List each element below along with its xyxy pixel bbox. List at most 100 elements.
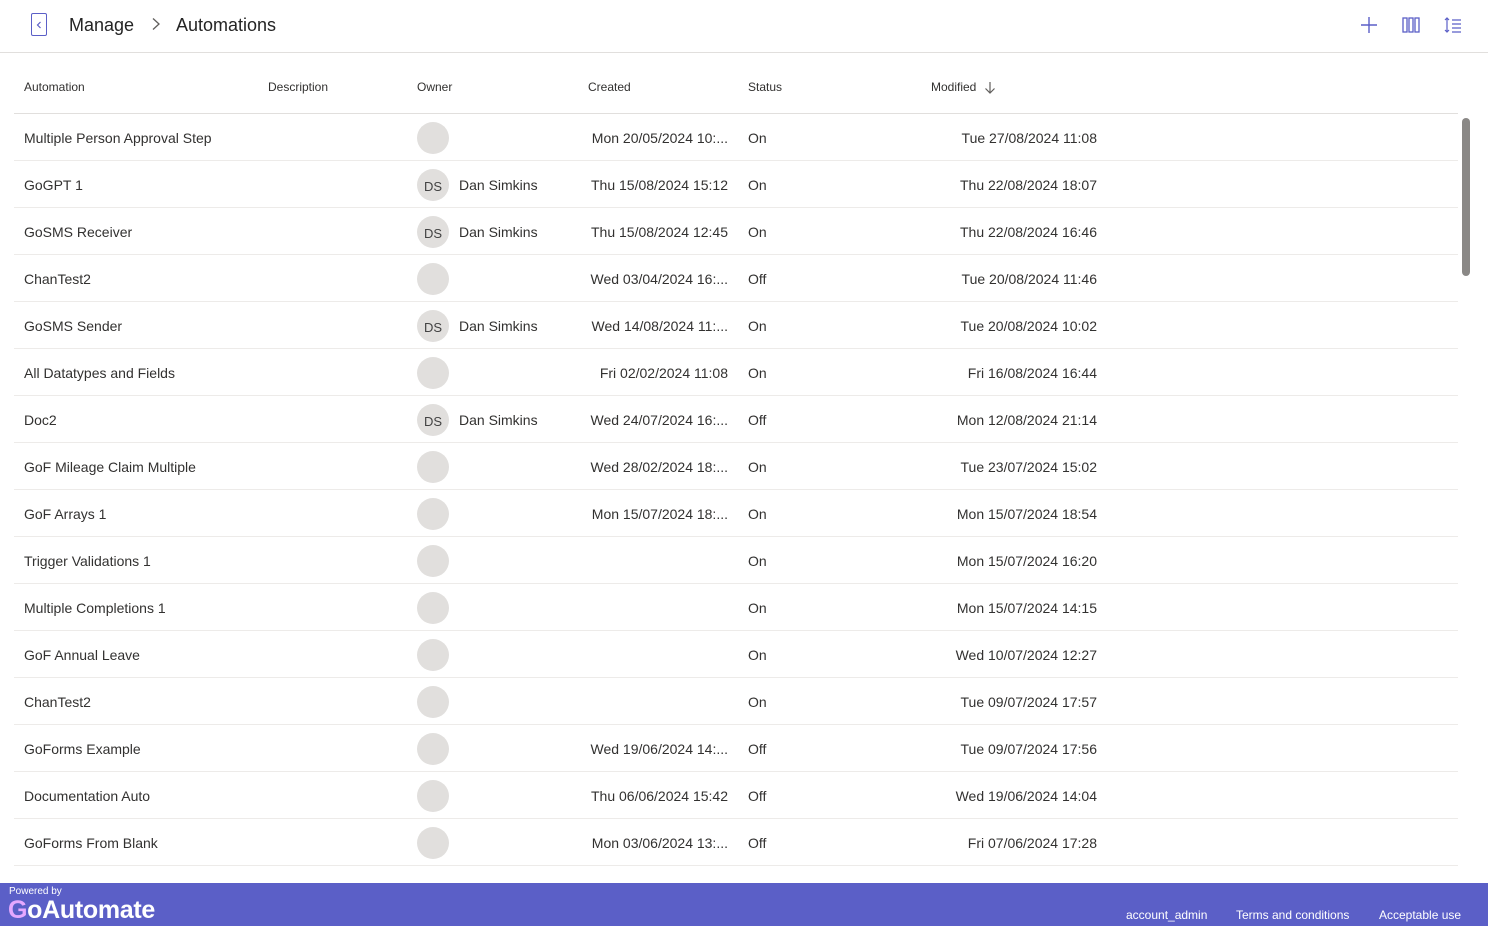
table-row[interactable]: ChanTest2 Wed 03/04/2024 16:... Off Tue 20/… xyxy=(14,255,1458,302)
modified-date: Wed 19/06/2024 14:04 xyxy=(955,788,1097,804)
columns-icon xyxy=(1402,17,1420,33)
owner-name: Dan Simkins xyxy=(459,412,538,428)
created-date: Mon 20/05/2024 10:... xyxy=(591,130,728,146)
table-row[interactable]: GoF Mileage Claim Multiple Wed 28/02/2024… xyxy=(14,443,1458,490)
automation-name[interactable]: Multiple Completions 1 xyxy=(24,600,166,616)
automation-name[interactable]: GoForms From Blank xyxy=(24,835,158,851)
status-value: On xyxy=(748,224,767,240)
automation-name[interactable]: Trigger Validations 1 xyxy=(24,553,151,569)
owner-name: Dan Simkins xyxy=(459,318,538,334)
modified-date: Fri 16/08/2024 16:44 xyxy=(967,365,1097,381)
table-row[interactable]: GoSMS Receiver DS Dan Simkins Thu 15/08/202… xyxy=(14,208,1458,255)
status-value: Off xyxy=(748,412,767,428)
avatar xyxy=(417,592,449,624)
goautomate-logo: GoAutomate xyxy=(8,896,155,924)
status-value: Off xyxy=(748,741,767,757)
table-row[interactable]: ChanTest2 On Tue 09/07/2024 17:57 xyxy=(14,678,1458,725)
logo-letter: G xyxy=(8,896,28,924)
logo-text: oAutomate xyxy=(27,896,156,924)
column-header-modified[interactable]: Modified xyxy=(931,80,996,94)
table-row[interactable]: GoF Annual Leave On Wed 10/07/2024 12:27 xyxy=(14,631,1458,678)
modified-date: Mon 12/08/2024 21:14 xyxy=(956,412,1097,428)
table-row[interactable]: GoForms Example Wed 19/06/2024 14:... Off T… xyxy=(14,725,1458,772)
sort-button[interactable] xyxy=(1442,14,1464,36)
table-row[interactable]: Trigger Validations 1 On Mon 15/07/2024 16… xyxy=(14,537,1458,584)
created-date: Wed 28/02/2024 18:... xyxy=(590,459,728,475)
status-value: On xyxy=(748,365,767,381)
table-row[interactable]: GoForms From Blank Mon 03/06/2024 13:... O… xyxy=(14,819,1458,866)
table-body: Multiple Person Approval Step Mon 20/05/2… xyxy=(14,114,1458,866)
avatar xyxy=(417,686,449,718)
avatar xyxy=(417,827,449,859)
modified-date: Fri 07/06/2024 17:28 xyxy=(967,835,1097,851)
automation-name[interactable]: All Datatypes and Fields xyxy=(24,365,175,381)
acceptable-use-link[interactable]: Acceptable use xyxy=(1379,908,1461,922)
created-date: Thu 15/08/2024 12:45 xyxy=(590,224,728,240)
automation-name[interactable]: Doc2 xyxy=(24,412,57,428)
top-bar: Manage Automations xyxy=(0,0,1488,53)
column-header-created[interactable]: Created xyxy=(588,80,631,94)
created-date: Wed 03/04/2024 16:... xyxy=(590,271,728,287)
add-automation-button[interactable] xyxy=(1358,14,1380,36)
back-icon xyxy=(36,21,41,28)
status-value: On xyxy=(748,318,767,334)
table-row[interactable]: GoSMS Sender DS Dan Simkins Wed 14/08/2024 … xyxy=(14,302,1458,349)
automation-name[interactable]: GoGPT 1 xyxy=(24,177,83,193)
automation-name[interactable]: ChanTest2 xyxy=(24,694,91,710)
table-row[interactable]: Documentation Auto Thu 06/06/2024 15:42 Of… xyxy=(14,772,1458,819)
automation-name[interactable]: Documentation Auto xyxy=(24,788,150,804)
column-header-status[interactable]: Status xyxy=(748,80,782,94)
automation-name[interactable]: GoF Arrays 1 xyxy=(24,506,106,522)
arrow-down-icon xyxy=(985,81,996,94)
terms-link[interactable]: Terms and conditions xyxy=(1236,908,1349,922)
status-value: On xyxy=(748,647,767,663)
table-row[interactable]: All Datatypes and Fields Fri 02/02/2024 1… xyxy=(14,349,1458,396)
avatar: DS xyxy=(417,404,449,436)
chevron-right-icon xyxy=(152,18,160,30)
automation-name[interactable]: GoF Annual Leave xyxy=(24,647,140,663)
modified-date: Mon 15/07/2024 14:15 xyxy=(956,600,1097,616)
avatar xyxy=(417,263,449,295)
modified-date: Tue 23/07/2024 15:02 xyxy=(960,459,1098,475)
table-row[interactable]: GoF Arrays 1 Mon 15/07/2024 18:... On Mon 1… xyxy=(14,490,1458,537)
table-row[interactable]: Multiple Person Approval Step Mon 20/05/2… xyxy=(14,114,1458,161)
footer: Powered by GoAutomate account_admin Term… xyxy=(0,883,1488,926)
automation-name[interactable]: Multiple Person Approval Step xyxy=(24,130,212,146)
automation-name[interactable]: GoF Mileage Claim Multiple xyxy=(24,459,196,475)
automation-name[interactable]: GoForms Example xyxy=(24,741,141,757)
status-value: On xyxy=(748,553,767,569)
avatar xyxy=(417,357,449,389)
modified-date: Thu 22/08/2024 16:46 xyxy=(959,224,1097,240)
breadcrumb-manage[interactable]: Manage xyxy=(69,14,134,36)
scrollbar-thumb[interactable] xyxy=(1462,118,1470,276)
automation-name[interactable]: ChanTest2 xyxy=(24,271,91,287)
column-header-automation[interactable]: Automation xyxy=(24,80,85,94)
automation-name[interactable]: GoSMS Receiver xyxy=(24,224,132,240)
table-row[interactable]: GoGPT 1 DS Dan Simkins Thu 15/08/2024 15:12… xyxy=(14,161,1458,208)
status-value: On xyxy=(748,694,767,710)
columns-button[interactable] xyxy=(1400,14,1422,36)
created-date: Wed 24/07/2024 16:... xyxy=(590,412,728,428)
avatar xyxy=(417,639,449,671)
created-date: Thu 15/08/2024 15:12 xyxy=(590,177,728,193)
table-row[interactable]: Doc2 DS Dan Simkins Wed 24/07/2024 16:... Of… xyxy=(14,396,1458,443)
status-value: On xyxy=(748,506,767,522)
automation-name[interactable]: GoSMS Sender xyxy=(24,318,122,334)
column-header-owner[interactable]: Owner xyxy=(417,80,452,94)
table-row[interactable]: Multiple Completions 1 On Mon 15/07/2024 1… xyxy=(14,584,1458,631)
column-header-description[interactable]: Description xyxy=(268,80,328,94)
sort-icon xyxy=(1444,17,1461,33)
created-date: Mon 15/07/2024 18:... xyxy=(591,506,728,522)
table-header: Automation Description Owner Created Sta… xyxy=(14,53,1458,114)
created-date: Mon 03/06/2024 13:... xyxy=(591,835,728,851)
back-button[interactable] xyxy=(31,13,47,36)
created-date: Wed 14/08/2024 11:... xyxy=(591,318,728,334)
modified-date: Tue 20/08/2024 11:46 xyxy=(961,271,1097,287)
status-value: Off xyxy=(748,788,767,804)
modified-date: Mon 15/07/2024 18:54 xyxy=(956,506,1097,522)
avatar: DS xyxy=(417,169,449,201)
automations-table: Automation Description Owner Created Sta… xyxy=(14,53,1458,866)
avatar: DS xyxy=(417,310,449,342)
account-admin-link[interactable]: account_admin xyxy=(1126,908,1207,922)
avatar: DS xyxy=(417,216,449,248)
